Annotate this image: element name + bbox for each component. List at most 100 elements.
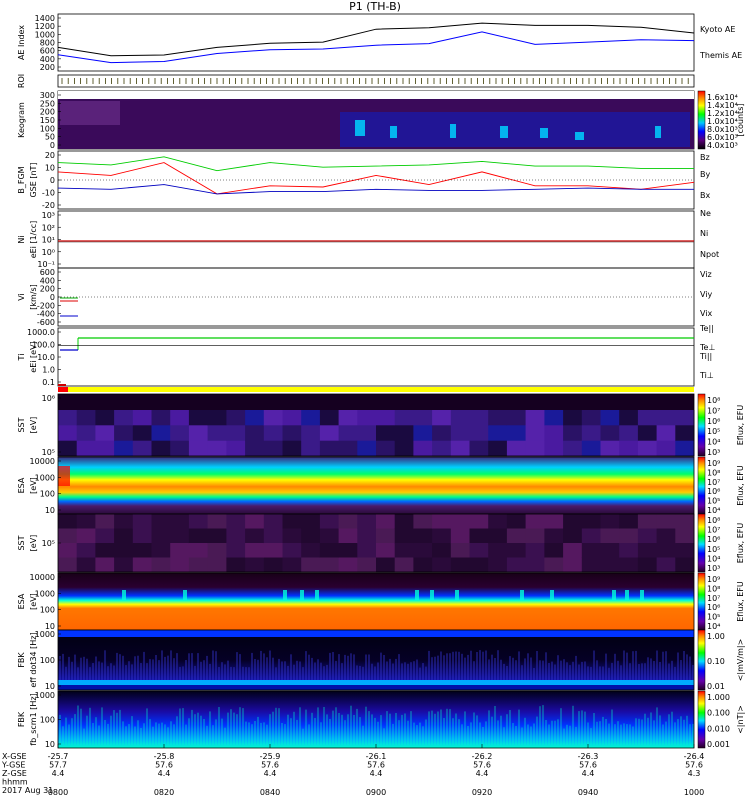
fbk_b-ylabel: FBK xyxy=(17,711,26,727)
spectrogram-cell xyxy=(282,425,302,442)
spectrogram-cell xyxy=(600,528,620,544)
spectrogram-cell xyxy=(637,557,658,573)
ion-burst xyxy=(430,590,434,600)
spectrogram-cell xyxy=(114,528,134,544)
esa_i-cbar-label: Eflux, EFU xyxy=(736,581,745,622)
spectrogram-cell xyxy=(544,440,564,457)
temp-legend-entry: Ti|| xyxy=(699,352,712,361)
spectrogram-cell xyxy=(357,440,377,457)
ion-burst xyxy=(183,590,187,600)
footer-z_gse-value: 4.4 xyxy=(476,769,489,778)
spectrogram-cell xyxy=(619,528,639,544)
spectrogram-cell xyxy=(450,528,470,544)
spectrogram-cell xyxy=(151,543,171,558)
temp-legend-entry: Te⊥ xyxy=(699,343,715,352)
sst_i-cbar-label: Eflux, EFU xyxy=(736,523,745,564)
esa_e-ytick: 100 xyxy=(40,490,55,499)
spectrogram-cell xyxy=(319,410,340,426)
spectrogram-cell xyxy=(151,557,171,573)
ion-burst xyxy=(520,590,524,600)
spectrogram-cell xyxy=(450,543,470,558)
spectrogram-cell xyxy=(226,425,246,442)
fbk_e-units: eff dot34 [Hz] xyxy=(29,632,38,687)
spectrogram-cell xyxy=(207,543,227,558)
time-tick-label: 0820 xyxy=(154,788,174,797)
spectrogram-cell xyxy=(95,410,115,426)
spectrogram-cell xyxy=(450,410,470,426)
density-ylabel: Ni xyxy=(17,235,26,243)
spectrogram-cell xyxy=(95,557,115,573)
spectrogram-cell xyxy=(132,514,152,529)
spectrogram-cell xyxy=(357,557,377,573)
keogram-cbar-tick: 4.0x10³ xyxy=(707,141,738,150)
spectrogram-cell xyxy=(432,543,452,558)
esa_e-cbar-tick: 10⁸ xyxy=(707,468,720,477)
fbk_b-cbar-tick: 0.001 xyxy=(707,740,730,749)
spectrogram-cell xyxy=(469,410,489,426)
sst_e-cbar-label: Eflux, EFU xyxy=(736,405,745,446)
bx-series-line xyxy=(57,184,694,195)
spectrogram-cell xyxy=(301,528,321,544)
spectrogram-cell xyxy=(207,440,227,457)
spectrogram-cell xyxy=(338,514,358,529)
spectrogram-cell xyxy=(544,557,564,573)
spectrogram-cell xyxy=(394,557,414,573)
spectrogram-cell xyxy=(413,528,433,544)
fbk_e-cbar-tick: 1.00 xyxy=(707,632,725,641)
spectrogram-cell xyxy=(656,440,676,457)
spectrogram-cell xyxy=(282,440,302,457)
spectrogram-cell xyxy=(282,543,302,558)
fbk_e-ytick: 10 xyxy=(45,682,55,691)
sst_e-units: [eV] xyxy=(29,417,38,434)
spectrogram-cell xyxy=(338,543,358,558)
spectrogram-cell xyxy=(76,557,96,573)
spectrogram-cell xyxy=(544,543,564,558)
spectrogram-cell xyxy=(76,425,96,442)
fbk_e-ylabel: FBK xyxy=(17,652,26,668)
spectrogram-cell xyxy=(600,514,620,529)
spectrogram-cell xyxy=(488,440,508,457)
spectrogram-cell xyxy=(656,514,676,529)
spectrogram-cell xyxy=(376,410,396,426)
sst_e-cbar-tick: 10³ xyxy=(707,448,720,457)
spectrogram-cell xyxy=(76,543,96,558)
spectrogram-cell xyxy=(132,528,152,544)
ion-burst xyxy=(122,590,126,600)
density-legend-entry: Npot xyxy=(700,250,719,259)
spectrogram-cell xyxy=(301,440,321,457)
velocity-legend-entry: Viy xyxy=(700,290,713,299)
spectrogram-cell xyxy=(170,543,190,558)
footer-z_gse-value: 4.4 xyxy=(370,769,383,778)
fbk-b-colorbar xyxy=(697,690,706,749)
density-units: eEi [1/cc] xyxy=(29,221,38,259)
spectrogram-cell xyxy=(432,440,452,457)
ion-burst xyxy=(625,590,629,600)
spectrogram-cell xyxy=(581,440,601,457)
sst_i-units: [eV] xyxy=(29,535,38,552)
spectrogram-cell xyxy=(506,410,527,426)
bfgm-ylabel: B_FGM xyxy=(17,166,26,193)
spectrogram-cell xyxy=(581,425,601,442)
spectrogram-cell xyxy=(188,528,209,544)
spectrogram-cell xyxy=(95,425,115,442)
spectrogram-cell xyxy=(413,557,433,573)
esa_i-cbar-tick: 10⁵ xyxy=(707,613,720,622)
bfgm-legend-entry: Bz xyxy=(700,153,710,162)
fbk_e-cbar-label: <|mV/m|> xyxy=(736,639,745,682)
fbk_b-ytick: 10 xyxy=(45,740,55,749)
spectrogram-cell xyxy=(151,410,171,426)
bfgm-ytick: 20 xyxy=(45,151,55,160)
spectrogram-cell xyxy=(675,543,695,558)
spectrogram-cell xyxy=(656,410,676,426)
sst-i-colorbar xyxy=(697,513,706,573)
fbk_e-cbar-tick: 0.01 xyxy=(707,682,725,691)
bfgm-ytick: 10 xyxy=(45,164,55,173)
spectrogram-cell xyxy=(282,557,302,573)
spectrogram-cell xyxy=(95,528,115,544)
spectrogram-cell xyxy=(114,543,134,558)
spectrogram-cell xyxy=(656,425,676,442)
spectrogram-cell xyxy=(656,557,676,573)
spectrogram-cell xyxy=(226,557,246,573)
time-tick-label: 0920 xyxy=(472,788,492,797)
spectrogram-cell xyxy=(675,425,695,442)
